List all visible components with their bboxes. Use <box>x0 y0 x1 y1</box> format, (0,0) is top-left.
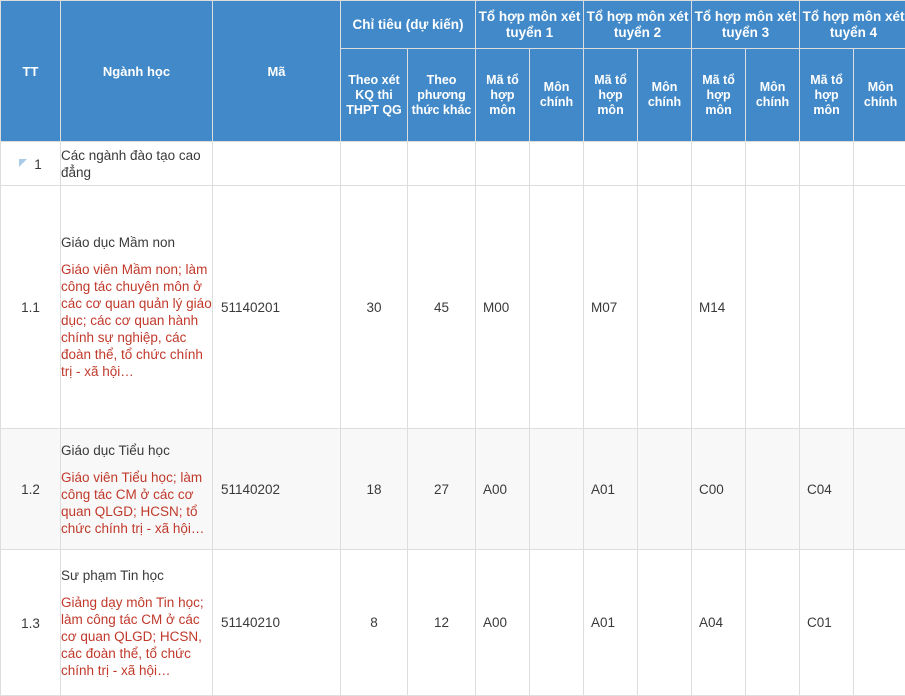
table-row[interactable]: 1.3 Sư phạm Tin học Giảng dạy môn Tin học;… <box>1 550 905 696</box>
row-number: 1.1 <box>21 300 40 315</box>
col-header-ma[interactable]: Mã <box>213 1 341 142</box>
major-description: Giảng dạy môn Tin học; làm công tác CM ở… <box>61 594 212 679</box>
row-number: 1.2 <box>21 482 40 497</box>
col-header-ma-to-hop-mon-4[interactable]: Mã tổ hợp môn <box>800 49 854 142</box>
cell-nganh-hoc: Sư phạm Tin học Giảng dạy môn Tin học; là… <box>61 550 213 696</box>
cell-ma <box>213 142 341 186</box>
cell-tt: 1 <box>1 142 61 186</box>
cell-ma: 51140201 <box>213 186 341 429</box>
cell-ma-to-hop-1: A00 <box>476 429 530 550</box>
cell-ma-to-hop-3: A04 <box>692 550 746 696</box>
cell-chi-tieu-thpt: 18 <box>341 429 408 550</box>
cell-mon-chinh-3 <box>746 142 800 186</box>
cell-ma-to-hop-2: A01 <box>584 550 638 696</box>
table-row-group[interactable]: 1 Các ngành đào tạo cao đẳng <box>1 142 905 186</box>
cell-mon-chinh-4 <box>854 186 905 429</box>
cell-ma: 51140210 <box>213 550 341 696</box>
major-title: Giáo dục Tiểu học <box>61 442 212 459</box>
cell-ma-to-hop-4: C04 <box>800 429 854 550</box>
cell-ma-to-hop-4: C01 <box>800 550 854 696</box>
col-header-mon-chinh-4[interactable]: Môn chính <box>854 49 905 142</box>
cell-mon-chinh-2 <box>638 142 692 186</box>
major-title: Giáo dục Mầm non <box>61 234 212 251</box>
col-header-to-hop-3[interactable]: Tổ hợp môn xét tuyển 3 <box>692 1 800 49</box>
col-header-mon-chinh-2[interactable]: Môn chính <box>638 49 692 142</box>
cell-mon-chinh-2 <box>638 550 692 696</box>
cell-chi-tieu-khac <box>408 142 476 186</box>
cell-ma-to-hop-2: M07 <box>584 186 638 429</box>
row-number: 1.3 <box>21 615 40 630</box>
col-header-ma-to-hop-mon-1[interactable]: Mã tổ hợp môn <box>476 49 530 142</box>
cell-ma-to-hop-3 <box>692 142 746 186</box>
table-row[interactable]: 1.2 Giáo dục Tiểu học Giáo viên Tiểu học; … <box>1 429 905 550</box>
cell-mon-chinh-2 <box>638 186 692 429</box>
cell-mon-chinh-3 <box>746 550 800 696</box>
cell-ma-to-hop-1 <box>476 142 530 186</box>
table-row[interactable]: 1.1 Giáo dục Mầm non Giáo viên Mầm non; là… <box>1 186 905 429</box>
major-title: Sư phạm Tin học <box>61 567 212 584</box>
col-header-chi-tieu-khac[interactable]: Theo phương thức khác <box>408 49 476 142</box>
cell-ma-to-hop-3: M14 <box>692 186 746 429</box>
table-body: 1 Các ngành đào tạo cao đẳng 1.1 Giáo dục M… <box>1 142 905 696</box>
cell-chi-tieu-thpt: 8 <box>341 550 408 696</box>
cell-mon-chinh-1 <box>530 142 584 186</box>
cell-ma-to-hop-4 <box>800 142 854 186</box>
col-header-mon-chinh-3[interactable]: Môn chính <box>746 49 800 142</box>
row-number: 1 <box>34 156 42 171</box>
admissions-quota-table: TT Ngành học Mã Chỉ tiêu (dự kiến) Tổ hợ… <box>0 0 905 696</box>
col-header-to-hop-4[interactable]: Tổ hợp môn xét tuyển 4 <box>800 1 905 49</box>
cell-nganh-hoc: Giáo dục Tiểu học Giáo viên Tiểu học; làm… <box>61 429 213 550</box>
cell-ma: 51140202 <box>213 429 341 550</box>
cell-mon-chinh-3 <box>746 429 800 550</box>
cell-chi-tieu-thpt: 30 <box>341 186 408 429</box>
cell-mon-chinh-4 <box>854 429 905 550</box>
cell-ma-to-hop-1: M00 <box>476 186 530 429</box>
cell-tt: 1.2 <box>1 429 61 550</box>
cell-ma-to-hop-4 <box>800 186 854 429</box>
cell-ma-to-hop-3: C00 <box>692 429 746 550</box>
collapse-triangle-icon[interactable] <box>19 159 27 167</box>
cell-nganh-hoc: Các ngành đào tạo cao đẳng <box>61 142 213 186</box>
cell-tt: 1.1 <box>1 186 61 429</box>
header-row-top: TT Ngành học Mã Chỉ tiêu (dự kiến) Tổ hợ… <box>1 1 905 49</box>
cell-chi-tieu-khac: 45 <box>408 186 476 429</box>
cell-chi-tieu-khac: 27 <box>408 429 476 550</box>
cell-ma-to-hop-2 <box>584 142 638 186</box>
cell-chi-tieu-khac: 12 <box>408 550 476 696</box>
cell-ma-to-hop-1: A00 <box>476 550 530 696</box>
cell-chi-tieu-thpt <box>341 142 408 186</box>
cell-mon-chinh-2 <box>638 429 692 550</box>
col-header-to-hop-2[interactable]: Tổ hợp môn xét tuyển 2 <box>584 1 692 49</box>
cell-tt: 1.3 <box>1 550 61 696</box>
major-description: Giáo viên Mầm non; làm công tác chuyên m… <box>61 261 212 380</box>
col-header-nganh-hoc[interactable]: Ngành học <box>61 1 213 142</box>
table-header: TT Ngành học Mã Chỉ tiêu (dự kiến) Tổ hợ… <box>1 1 905 142</box>
col-header-mon-chinh-1[interactable]: Môn chính <box>530 49 584 142</box>
cell-mon-chinh-1 <box>530 429 584 550</box>
cell-nganh-hoc: Giáo dục Mầm non Giáo viên Mầm non; làm c… <box>61 186 213 429</box>
cell-mon-chinh-1 <box>530 550 584 696</box>
col-header-chi-tieu-thpt[interactable]: Theo xét KQ thi THPT QG <box>341 49 408 142</box>
cell-mon-chinh-1 <box>530 186 584 429</box>
cell-mon-chinh-3 <box>746 186 800 429</box>
col-header-to-hop-1[interactable]: Tổ hợp môn xét tuyển 1 <box>476 1 584 49</box>
col-header-chi-tieu-group[interactable]: Chỉ tiêu (dự kiến) <box>341 1 476 49</box>
col-header-ma-to-hop-mon-2[interactable]: Mã tổ hợp môn <box>584 49 638 142</box>
major-title: Các ngành đào tạo cao đẳng <box>61 147 212 181</box>
cell-mon-chinh-4 <box>854 142 905 186</box>
major-description: Giáo viên Tiểu học; làm công tác CM ở cá… <box>61 469 212 537</box>
col-header-ma-to-hop-mon-3[interactable]: Mã tổ hợp môn <box>692 49 746 142</box>
col-header-tt[interactable]: TT <box>1 1 61 142</box>
cell-ma-to-hop-2: A01 <box>584 429 638 550</box>
cell-mon-chinh-4 <box>854 550 905 696</box>
